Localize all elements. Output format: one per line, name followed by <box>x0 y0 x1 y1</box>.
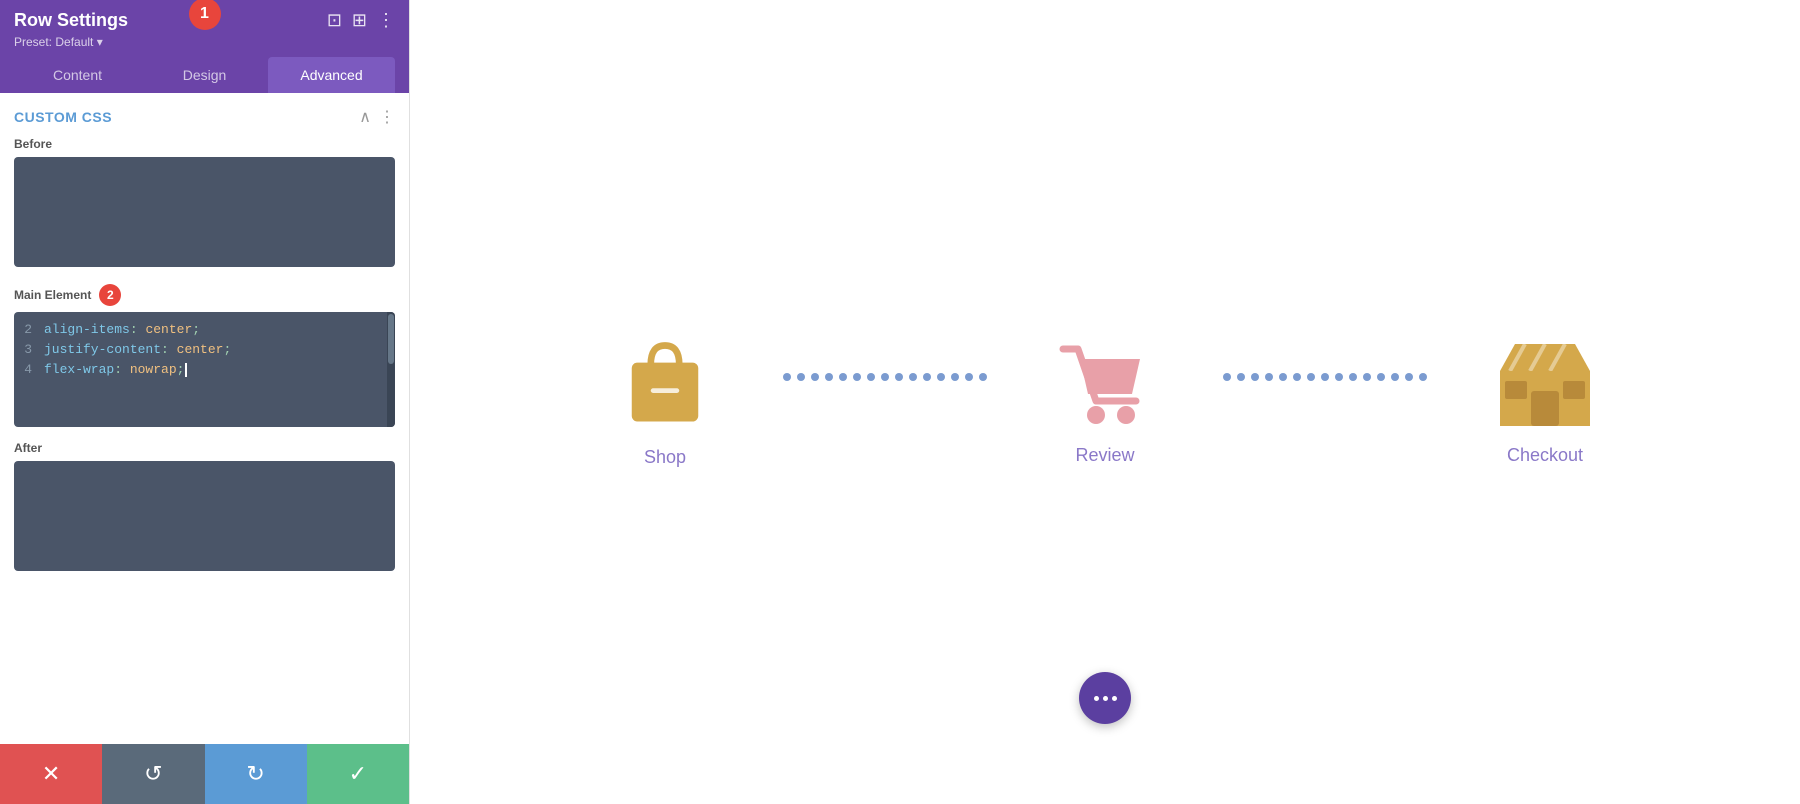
fab-dot-1 <box>1094 696 1099 701</box>
dot <box>1293 373 1301 381</box>
panel-title: Row Settings <box>14 10 128 31</box>
dots-1 <box>783 373 987 381</box>
preset-label[interactable]: Preset: Default ▾ <box>14 35 395 49</box>
cart-icon <box>1058 339 1153 429</box>
tab-content[interactable]: Content <box>14 57 141 93</box>
checkout-label: Checkout <box>1507 445 1583 466</box>
dot <box>895 373 903 381</box>
before-label: Before <box>14 137 395 151</box>
section-controls: ∧ ⋮ <box>359 107 395 127</box>
dots-2 <box>1223 373 1427 381</box>
code-line-2: justify-content: center; <box>44 340 389 360</box>
shop-label: Shop <box>644 447 686 468</box>
dots-separator-1 <box>755 373 1015 431</box>
dot <box>1223 373 1231 381</box>
main-element-editor[interactable]: 2 3 4 align-items: center; justify-conte… <box>14 312 395 427</box>
editor-scrollbar-thumb <box>388 314 394 364</box>
dot <box>1237 373 1245 381</box>
dot <box>1279 373 1287 381</box>
canvas: Shop <box>410 0 1800 804</box>
fab-dot-3 <box>1112 696 1117 701</box>
after-label: After <box>14 441 395 455</box>
left-panel: Row Settings ⊡ ⊞ ⋮ Preset: Default ▾ 1 C… <box>0 0 410 804</box>
dot <box>923 373 931 381</box>
dot <box>783 373 791 381</box>
code-line-1: align-items: center; <box>44 320 389 340</box>
dot <box>1307 373 1315 381</box>
resize-icon[interactable]: ⊡ <box>327 10 342 31</box>
dot <box>867 373 875 381</box>
main-element-label: Main Element <box>14 288 91 302</box>
code-line-3: flex-wrap: nowrap; <box>44 360 389 380</box>
dot <box>853 373 861 381</box>
dot <box>881 373 889 381</box>
dot <box>797 373 805 381</box>
dot <box>979 373 987 381</box>
canvas-content: Shop <box>555 296 1655 508</box>
tab-design[interactable]: Design <box>141 57 268 93</box>
fab-dot-2 <box>1103 696 1108 701</box>
tab-advanced[interactable]: Advanced <box>268 57 395 93</box>
dot <box>1419 373 1427 381</box>
fab-dots <box>1094 696 1117 701</box>
dot <box>965 373 973 381</box>
tabs-row: Content Design Advanced <box>14 57 395 93</box>
collapse-icon[interactable]: ∧ <box>359 107 371 127</box>
dot <box>937 373 945 381</box>
step2-badge: 2 <box>99 284 121 306</box>
before-textarea[interactable] <box>14 157 395 267</box>
panel-body: Custom CSS ∧ ⋮ Before Main Element 2 2 3… <box>0 93 409 744</box>
dot <box>1349 373 1357 381</box>
dot <box>1377 373 1385 381</box>
dot <box>1363 373 1371 381</box>
main-element-header: Main Element 2 <box>14 284 395 306</box>
shop-bag-icon <box>620 336 710 431</box>
section-title: Custom CSS <box>14 109 112 125</box>
review-label: Review <box>1075 445 1134 466</box>
columns-icon[interactable]: ⊞ <box>352 10 367 31</box>
dot <box>1321 373 1329 381</box>
dot <box>951 373 959 381</box>
dot <box>909 373 917 381</box>
options-icon[interactable]: ⋮ <box>379 107 395 127</box>
code-content: align-items: center; justify-content: ce… <box>38 312 395 427</box>
fab-button[interactable] <box>1079 672 1131 724</box>
after-textarea[interactable] <box>14 461 395 571</box>
dot <box>1335 373 1343 381</box>
step-item-review: Review <box>1015 339 1195 466</box>
dot <box>1265 373 1273 381</box>
cancel-button[interactable]: ✕ <box>0 744 102 804</box>
bottom-toolbar: ✕ ↺ ↻ ✓ <box>0 744 409 804</box>
line-numbers: 2 3 4 <box>14 312 38 427</box>
save-button[interactable]: ✓ <box>307 744 409 804</box>
step-item-checkout: Checkout <box>1455 339 1635 466</box>
dot <box>825 373 833 381</box>
dot <box>839 373 847 381</box>
header-icons: ⊡ ⊞ ⋮ <box>327 10 395 31</box>
redo-button[interactable]: ↻ <box>205 744 307 804</box>
step-item-shop: Shop <box>575 336 755 468</box>
undo-button[interactable]: ↺ <box>102 744 204 804</box>
section-header: Custom CSS ∧ ⋮ <box>14 107 395 127</box>
more-icon[interactable]: ⋮ <box>377 10 395 31</box>
store-icon <box>1495 339 1595 429</box>
dot <box>1405 373 1413 381</box>
dot <box>811 373 819 381</box>
panel-header: Row Settings ⊡ ⊞ ⋮ Preset: Default ▾ 1 C… <box>0 0 409 93</box>
dots-separator-2 <box>1195 373 1455 431</box>
dot <box>1251 373 1259 381</box>
editor-scrollbar[interactable] <box>387 312 395 427</box>
dot <box>1391 373 1399 381</box>
